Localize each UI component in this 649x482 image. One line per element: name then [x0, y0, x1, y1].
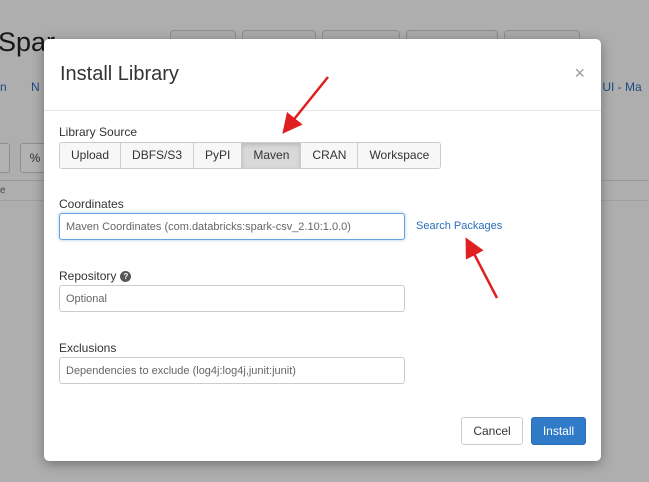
- repository-input[interactable]: [59, 285, 405, 312]
- search-packages-link[interactable]: Search Packages: [416, 220, 502, 232]
- source-maven-button[interactable]: Maven: [242, 143, 302, 168]
- library-source-selector: Upload DBFS/S3 PyPI Maven CRAN Workspace: [59, 142, 442, 169]
- coordinates-label: Coordinates: [59, 197, 124, 211]
- close-icon[interactable]: ×: [574, 64, 585, 82]
- install-library-dialog: Install Library × Library Source Upload …: [44, 39, 601, 461]
- repository-label: Repository: [59, 269, 117, 283]
- library-source-label: Library Source: [59, 125, 138, 139]
- install-button[interactable]: Install: [531, 417, 586, 445]
- exclusions-label: Exclusions: [59, 341, 117, 355]
- dialog-header: Install Library ×: [44, 39, 601, 111]
- source-cran-button[interactable]: CRAN: [301, 143, 359, 168]
- source-upload-button[interactable]: Upload: [60, 143, 122, 168]
- help-icon[interactable]: ?: [120, 270, 132, 282]
- coordinates-input[interactable]: [59, 213, 405, 240]
- dialog-title: Install Library: [60, 63, 179, 85]
- exclusions-input[interactable]: [59, 357, 405, 384]
- cancel-button[interactable]: Cancel: [461, 417, 523, 445]
- source-dbfs-s3-button[interactable]: DBFS/S3: [121, 143, 195, 168]
- repository-label-row: Repository ?: [59, 269, 132, 283]
- source-workspace-button[interactable]: Workspace: [358, 143, 441, 168]
- source-pypi-button[interactable]: PyPI: [194, 143, 243, 168]
